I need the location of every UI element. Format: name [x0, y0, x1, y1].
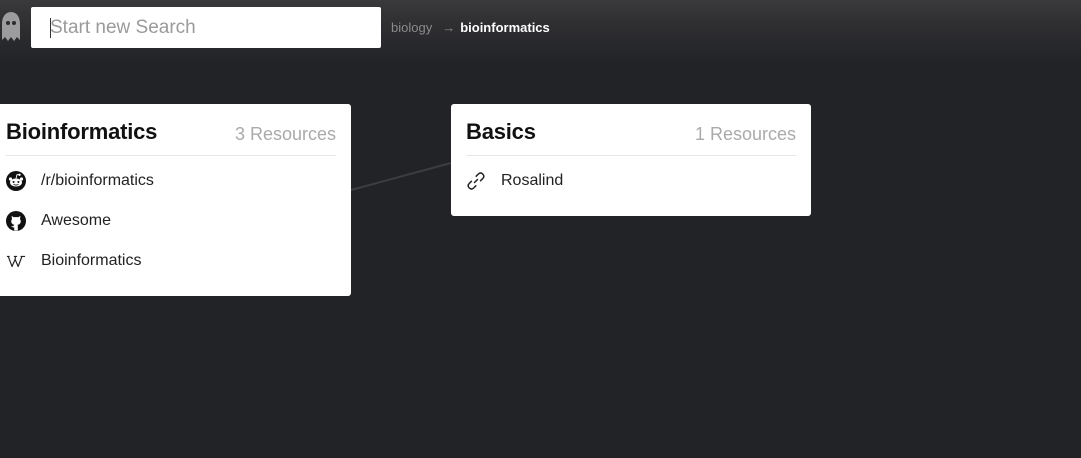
topic-card-bioinformatics[interactable]: Bioinformatics 3 Resources /r/bioinformat… [0, 104, 351, 296]
breadcrumb-parent-link[interactable]: biology [391, 20, 432, 35]
ghost-logo-icon[interactable] [0, 10, 22, 44]
resource-label: /r/bioinformatics [41, 172, 154, 189]
github-icon [6, 211, 26, 231]
top-bar: biology → bioinformatics [0, 0, 1081, 60]
resource-count: 1 Resources [695, 124, 796, 145]
resource-label: Bioinformatics [41, 252, 142, 269]
search-input[interactable] [31, 7, 381, 48]
search-box[interactable] [31, 7, 381, 48]
topic-card-basics[interactable]: Basics 1 Resources Rosalind [451, 104, 811, 216]
wikipedia-icon [6, 251, 26, 271]
resource-count-number: 1 [694, 124, 705, 144]
card-header: Bioinformatics 3 Resources [0, 104, 351, 156]
resource-count-label: Resources [249, 124, 336, 144]
card-divider [6, 155, 336, 156]
resource-label: Rosalind [501, 172, 564, 189]
card-header: Basics 1 Resources [451, 104, 811, 156]
resource-label: Awesome [41, 212, 111, 229]
link-icon [466, 171, 486, 191]
resource-item-reddit[interactable]: /r/bioinformatics [0, 161, 351, 201]
breadcrumb-current: bioinformatics [460, 19, 550, 35]
text-caret [50, 18, 51, 38]
breadcrumb-arrow-icon: → [442, 19, 456, 35]
resource-count: 3 Resources [235, 124, 336, 145]
card-title: Bioinformatics [6, 119, 158, 144]
resource-count-label: Resources [709, 124, 796, 144]
reddit-icon [6, 171, 26, 191]
resource-count-number: 3 [234, 124, 245, 144]
card-title: Basics [466, 119, 536, 144]
resource-item-github[interactable]: Awesome [0, 201, 351, 241]
card-divider [466, 155, 796, 156]
breadcrumb: biology → bioinformatics [391, 18, 550, 36]
resource-item-wikipedia[interactable]: Bioinformatics [0, 241, 351, 281]
resource-item-link[interactable]: Rosalind [451, 161, 811, 201]
